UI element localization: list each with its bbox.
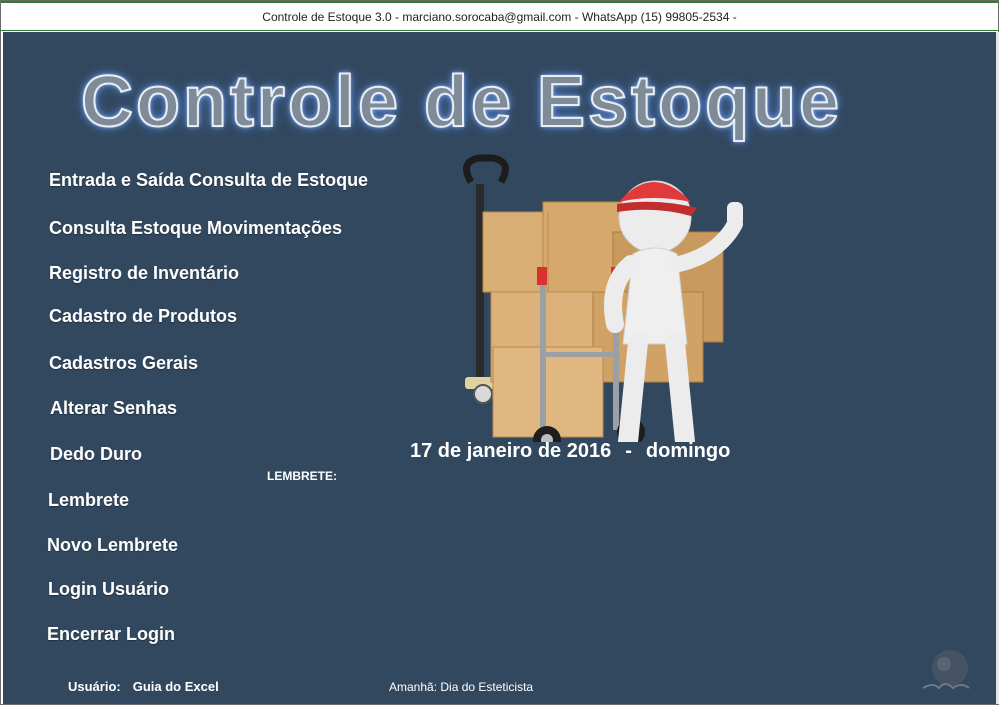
current-date: 17 de janeiro de 2016- domingo (410, 440, 730, 463)
menu-cadastros-gerais[interactable]: Cadastros Gerais (49, 353, 198, 374)
reminder-label: LEMBRETE: (267, 469, 337, 483)
user-value: Guia do Excel (132, 679, 219, 694)
app-window: Controle de Estoque 3.0 - marciano.soroc… (0, 0, 999, 705)
tomorrow-note: Amanhã: Dia do Esteticista (389, 680, 534, 694)
main-panel: Controle de Estoque Entrada e Saída Cons… (3, 32, 996, 704)
user-status: Usuário: Guia do Excel (68, 679, 219, 694)
page-title: Controle de Estoque (80, 62, 843, 142)
stock-worker-boxes-illustration (463, 154, 743, 442)
user-label: Usuário: (68, 679, 121, 694)
menu-consulta-estoque-movimentacoes[interactable]: Consulta Estoque Movimentações (49, 218, 342, 239)
menu-encerrar-login[interactable]: Encerrar Login (47, 624, 175, 645)
menu-lembrete[interactable]: Lembrete (48, 490, 129, 511)
weekday-text: domingo (645, 440, 731, 462)
date-text: 17 de janeiro de 2016 (410, 440, 612, 462)
menu-alterar-senhas[interactable]: Alterar Senhas (50, 398, 177, 419)
date-separator: - (625, 440, 632, 462)
menu-entrada-saida-consulta-estoque[interactable]: Entrada e Saída Consulta de Estoque (49, 170, 368, 191)
menu-cadastro-produtos[interactable]: Cadastro de Produtos (49, 306, 237, 327)
window-titlebar: Controle de Estoque 3.0 - marciano.soroc… (1, 1, 998, 31)
watermark-logo-icon (922, 650, 970, 690)
menu-dedo-duro[interactable]: Dedo Duro (50, 444, 142, 465)
menu-registro-inventario[interactable]: Registro de Inventário (49, 263, 239, 284)
menu-novo-lembrete[interactable]: Novo Lembrete (47, 535, 178, 556)
menu-login-usuario[interactable]: Login Usuário (48, 579, 169, 600)
window-title: Controle de Estoque 3.0 - marciano.soroc… (262, 9, 737, 24)
